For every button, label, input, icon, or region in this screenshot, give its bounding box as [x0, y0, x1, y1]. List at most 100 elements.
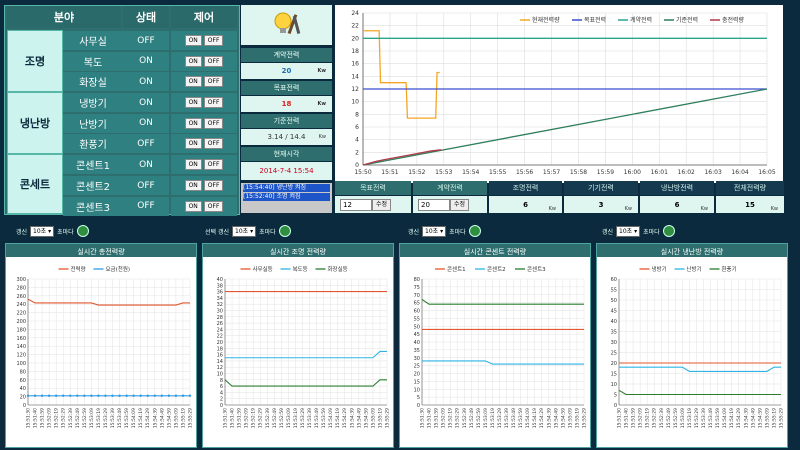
x-tick-label: 15:54 — [462, 169, 479, 176]
series-marker — [83, 394, 86, 397]
contract-power-value: 20 Kw — [241, 63, 332, 79]
on-button[interactable]: ON — [184, 117, 202, 129]
off-button[interactable]: OFF — [203, 97, 224, 109]
target-power-label: 목표전력 — [241, 81, 332, 95]
x-tick-label: 15:55:29 — [188, 408, 194, 428]
tools-logo — [241, 5, 332, 45]
row-control: ON OFF — [171, 93, 237, 113]
refresh-interval-select[interactable]: 10초 ▾ — [422, 225, 447, 237]
off-button[interactable]: OFF — [203, 180, 224, 191]
series-marker — [69, 394, 72, 397]
x-tick-label: 15:55:09 — [173, 408, 179, 428]
tab-power-0[interactable]: 조명전력 — [489, 181, 562, 195]
tab-power-3[interactable]: 전체전력량 — [716, 181, 784, 195]
off-button[interactable]: OFF — [203, 117, 224, 129]
on-button[interactable]: ON — [184, 55, 202, 67]
on-button[interactable]: ON — [184, 35, 202, 46]
log-item[interactable]: [15:54:40] 냉난방 켜짐 — [243, 184, 330, 192]
event-log[interactable]: [15:54:40] 냉난방 켜짐 [15:52:40] 조명 켜짐 — [241, 183, 332, 213]
on-button[interactable]: ON — [184, 76, 202, 88]
x-tick-label: 15:51:40 — [33, 408, 39, 428]
refresh-interval-select[interactable]: 10초 ▾ — [232, 225, 257, 237]
x-tick-label: 15:51:59 — [237, 408, 243, 428]
tab-power-2[interactable]: 냉난방전력 — [640, 181, 714, 195]
panel-title: 실시간 조명 전력량 — [270, 248, 326, 256]
y-tick-label: 50 — [611, 298, 617, 304]
y-tick-label: 22 — [351, 23, 359, 30]
refresh-icon[interactable] — [662, 225, 675, 237]
series-marker — [40, 394, 44, 397]
x-tick-label: 15:53:09 — [286, 408, 292, 428]
off-button[interactable]: OFF — [203, 159, 224, 171]
on-button[interactable]: ON — [184, 97, 202, 109]
contract-set-button[interactable]: 수정 — [450, 199, 470, 211]
group-hvac: 냉난방 — [7, 92, 63, 154]
off-button[interactable]: OFF — [203, 35, 224, 46]
y-tick-label: 6 — [355, 124, 359, 131]
series-marker — [26, 394, 30, 397]
refresh-suffix: 초마다 — [259, 228, 276, 236]
x-tick-label: 15:54:59 — [166, 408, 172, 428]
x-tick-label: 15:55:29 — [779, 408, 785, 428]
x-tick-label: 15:57 — [543, 169, 560, 176]
tab-contract-power[interactable]: 계약전력 — [413, 181, 487, 195]
x-tick-label: 16:00 — [624, 169, 641, 176]
x-tick-label: 15:51:59 — [40, 408, 46, 428]
y-tick-label: 18 — [351, 48, 359, 55]
panel-title: 실시간 총전력량 — [77, 248, 125, 256]
on-button[interactable]: ON — [184, 200, 202, 212]
y-tick-label: 75 — [414, 285, 420, 291]
y-tick-label: 18 — [217, 346, 223, 352]
on-button[interactable]: ON — [184, 159, 202, 171]
chevron-down-icon: ▾ — [438, 227, 444, 235]
refresh-interval-select[interactable]: 10초 ▾ — [616, 225, 641, 237]
x-tick-label: 15:54:29 — [539, 408, 545, 428]
refresh-label: 선택 갱신 — [205, 228, 229, 236]
x-tick-label: 15:53:29 — [300, 408, 306, 428]
y-tick-label: 32 — [217, 302, 223, 308]
legend-label: 충전력량 — [722, 16, 745, 24]
row-name: 화장실 — [63, 72, 123, 92]
row-state: OFF — [123, 176, 169, 195]
y-tick-label: 34 — [217, 296, 223, 302]
off-button[interactable]: OFF — [203, 55, 224, 67]
off-button[interactable]: OFF — [203, 76, 224, 88]
off-button[interactable]: OFF — [203, 200, 224, 212]
tab-power-1[interactable]: 기기전력 — [564, 181, 638, 195]
row-name: 냉방기 — [63, 93, 123, 113]
row-control: ON OFF — [171, 113, 237, 133]
y-tick-label: 35 — [414, 348, 420, 354]
panel-title: 실시간 냉난방 전력량 — [660, 248, 724, 256]
x-tick-label: 15:52:09 — [47, 408, 53, 428]
contract-power-input[interactable]: 20 — [418, 199, 450, 211]
y-tick-label: 10 — [414, 387, 420, 393]
refresh-icon[interactable] — [76, 225, 89, 237]
y-tick-label: 45 — [611, 309, 617, 315]
x-tick-label: 15:51:59 — [631, 408, 637, 428]
off-button[interactable]: OFF — [203, 138, 224, 150]
log-item[interactable]: [15:52:40] 조명 켜짐 — [243, 193, 330, 201]
refresh-icon[interactable] — [278, 225, 291, 237]
x-tick-label: 15:59 — [597, 169, 614, 176]
refresh-suffix: 초마다 — [643, 228, 660, 236]
y-tick-label: 8 — [220, 378, 223, 384]
series-line-0 — [363, 30, 440, 119]
tab-target-power[interactable]: 목표전력 — [335, 181, 411, 195]
row-state: OFF — [123, 196, 169, 216]
on-button[interactable]: ON — [184, 180, 202, 191]
x-tick-label: 15:51:40 — [230, 408, 236, 428]
x-tick-label: 15:52:49 — [469, 408, 475, 428]
y-tick-label: 38 — [217, 283, 223, 289]
refresh-suffix: 초마다 — [57, 228, 74, 236]
x-tick-label: 15:52:19 — [448, 408, 454, 428]
y-tick-label: 200 — [16, 319, 26, 325]
x-tick-label: 15:54:49 — [553, 408, 559, 428]
target-power-input[interactable]: 12 — [340, 199, 372, 211]
series-marker — [146, 394, 149, 397]
refresh-icon[interactable] — [468, 225, 481, 237]
refresh-interval-select[interactable]: 10초 ▾ — [30, 225, 55, 237]
target-set-button[interactable]: 수정 — [372, 199, 392, 211]
x-tick-label: 15:54:19 — [138, 408, 144, 428]
on-button[interactable]: ON — [184, 138, 202, 150]
x-tick-label: 15:53:09 — [680, 408, 686, 428]
